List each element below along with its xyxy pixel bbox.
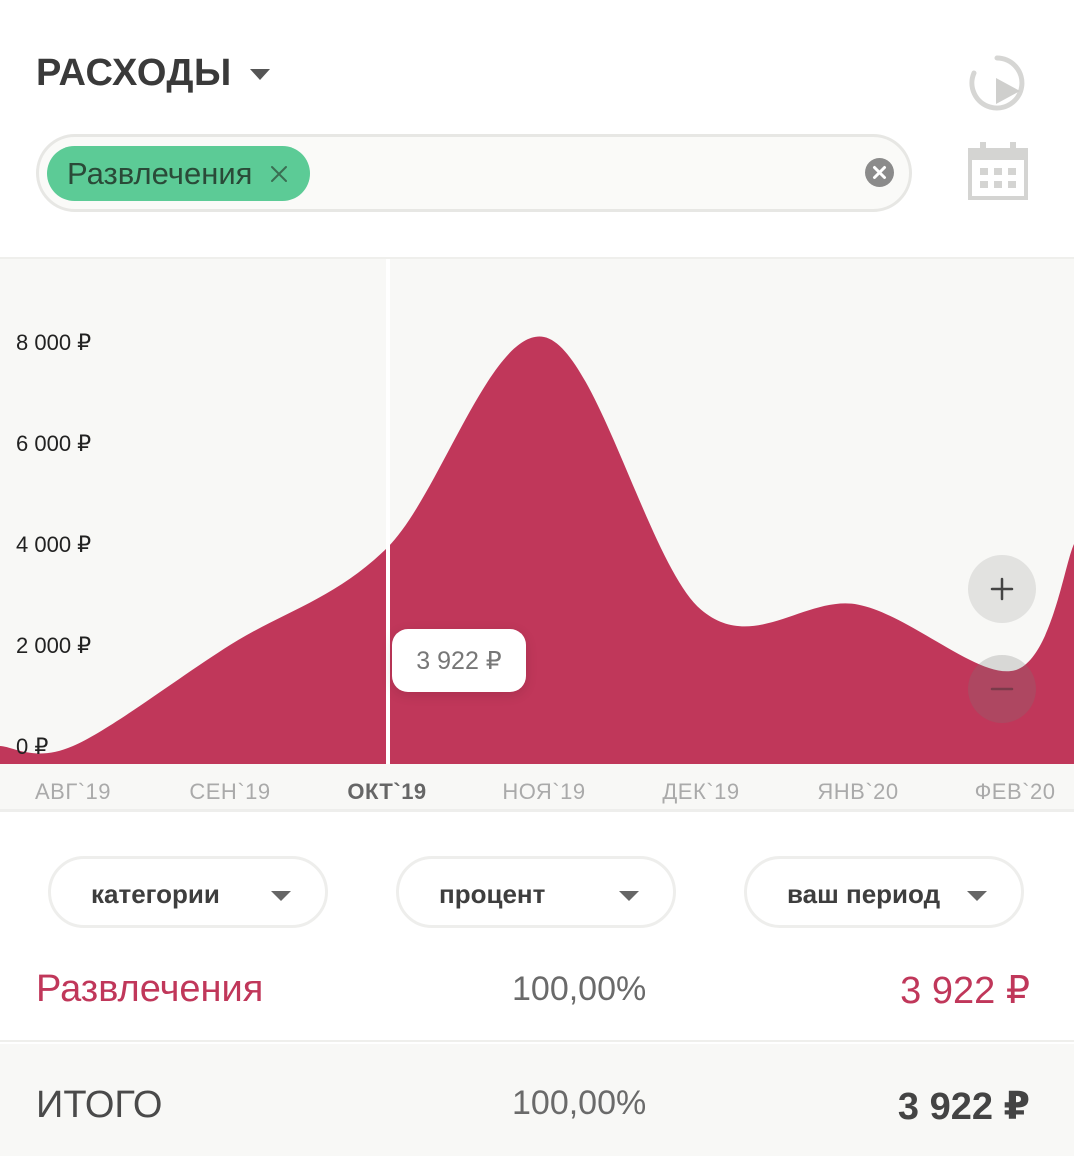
minus-icon [990,687,1014,691]
category-filter-field[interactable]: Развлечения [36,134,912,212]
category-amount: 3 922 ₽ [900,970,1030,1012]
x-tick-label-selected[interactable]: ОКТ`19 [347,779,426,805]
series-area [0,336,1074,764]
caret-down-icon [967,891,987,901]
chart-canvas [0,259,1074,764]
chart-play-icon[interactable] [966,52,1028,114]
category-select[interactable]: категории [48,856,328,928]
total-percent: 100,00% [512,1084,647,1122]
select-label: категории [91,879,220,909]
clear-circle-icon[interactable] [865,158,894,187]
total-name: ИТОГО [36,1084,163,1126]
close-icon[interactable] [268,161,290,185]
zoom-in-button[interactable] [968,555,1036,623]
x-tick-label[interactable]: ЯНВ`20 [817,779,898,805]
report-type-dropdown[interactable]: РАСХОДЫ [36,52,270,95]
category-row[interactable]: Развлечения 100,00% 3 922 ₽ [0,942,1074,1042]
x-tick-label[interactable]: ФЕВ`20 [975,779,1056,805]
y-tick-label: 6 000 ₽ [16,431,92,456]
y-tick-label: 8 000 ₽ [16,330,92,355]
total-amount: 3 922 ₽ [897,1086,1030,1128]
total-row: ИТОГО 100,00% 3 922 ₽ [0,1044,1074,1156]
x-tick-label[interactable]: СЕН`19 [189,779,270,805]
chip-label: Развлечения [67,155,253,191]
category-name: Развлечения [36,968,264,1010]
zoom-out-button[interactable] [968,655,1036,723]
calendar-icon[interactable] [968,142,1028,200]
y-tick-label: 4 000 ₽ [16,532,92,557]
caret-down-icon [249,69,270,80]
grouping-controls: категории процент ваш период [0,812,1074,942]
select-label: ваш период [787,879,941,909]
category-chip[interactable]: Развлечения [47,146,311,201]
y-tick-label: 2 000 ₽ [16,633,92,658]
caret-down-icon [271,891,291,901]
page-title: РАСХОДЫ [36,52,232,94]
header: РАСХОДЫ Развлечения [0,0,1074,255]
value-tooltip: 3 922 ₽ [392,629,526,692]
period-select[interactable]: ваш период [744,856,1024,928]
select-label: процент [439,879,546,909]
x-tick-label[interactable]: НОЯ`19 [502,779,585,805]
tooltip-value: 3 922 ₽ [416,646,502,675]
expense-chart[interactable]: 8 000 ₽ 6 000 ₽ 4 000 ₽ 2 000 ₽ 0 ₽ АВГ`… [0,257,1074,812]
caret-down-icon [619,891,639,901]
category-percent: 100,00% [512,970,647,1008]
y-tick-label: 0 ₽ [16,734,49,759]
x-tick-label[interactable]: АВГ`19 [35,779,111,805]
percent-select[interactable]: процент [396,856,676,928]
x-tick-label[interactable]: ДЕК`19 [662,779,739,805]
plus-icon [990,577,1014,601]
